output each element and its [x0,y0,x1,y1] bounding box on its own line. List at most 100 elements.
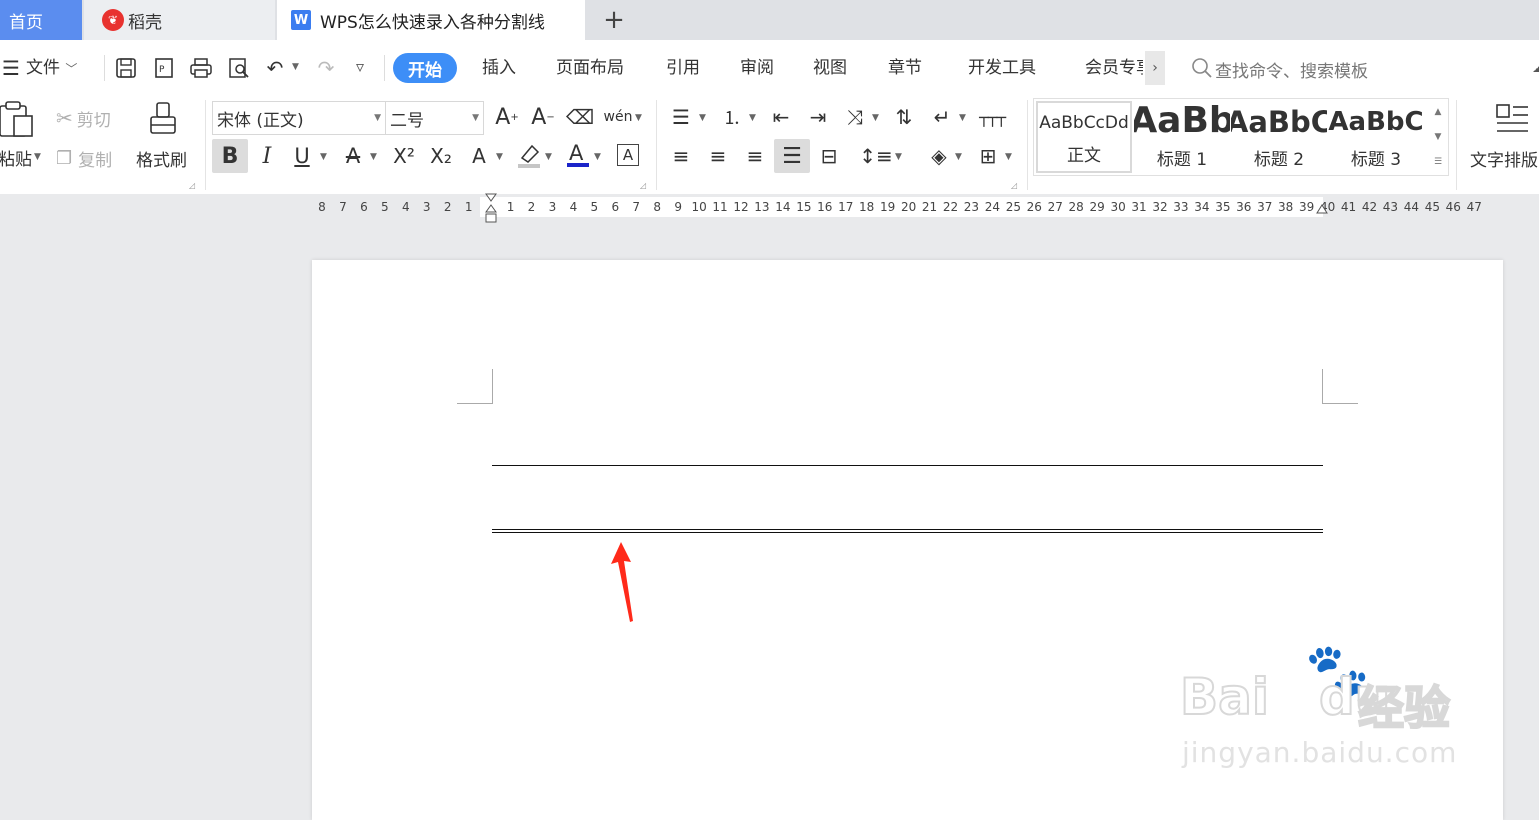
ruler-number: 35 [1215,200,1231,214]
font-color-icon[interactable]: A [566,140,590,174]
format-painter-button[interactable]: 格式刷 [136,146,187,171]
plus-icon: + [603,5,625,35]
dropdown-arrow-icon[interactable]: ▼ [545,152,552,162]
underline-button[interactable]: U [290,141,314,171]
copy-button[interactable]: ❐ 复制 [56,146,112,171]
redo-icon[interactable]: ↷ [313,55,339,81]
dropdown-arrow-icon[interactable]: ▼ [1005,152,1012,162]
justify-icon[interactable]: ☰ [774,139,810,173]
font-name-select[interactable]: 宋体 (正文) ▼ [212,101,386,135]
format-painter-icon[interactable] [147,101,179,143]
superscript-button[interactable]: X² [390,141,418,171]
indent-marker-icon[interactable] [485,193,497,225]
ruler-number: 6 [360,200,368,214]
distributed-align-icon[interactable]: ⊟ [815,141,843,171]
menu-file[interactable]: 文件 ﹀ [26,57,77,80]
tab-home[interactable]: 首页 [0,0,82,40]
dropdown-arrow-icon[interactable]: ▼ [496,152,503,162]
align-left-icon[interactable]: ≡ [668,141,694,171]
menu-page-layout[interactable]: 页面布局 [556,57,624,79]
increase-indent-icon[interactable]: ⇥ [804,104,832,130]
right-indent-marker-icon[interactable] [1316,203,1328,222]
dropdown-arrow-icon[interactable]: ▼ [959,113,966,123]
paragraph-mark-icon[interactable]: ↵ [928,104,956,130]
save-icon[interactable] [113,55,139,81]
dropdown-arrow-icon[interactable]: ▼ [635,113,642,123]
group-launcher-icon[interactable]: ◿ [189,181,195,190]
bullet-list-icon[interactable]: ☰ [668,104,694,130]
tab-docer[interactable]: ❦ 稻壳 [84,0,275,40]
tab-document[interactable]: W WPS怎么快速录入各种分割线 [277,0,585,40]
strikethrough-button[interactable]: A [340,141,366,171]
line-spacing-icon[interactable]: ↕≡ [859,141,893,171]
shading-icon[interactable]: ◈ [925,141,953,171]
ruler-number: 12 [733,200,749,214]
table-of-contents-icon[interactable]: ┬┬┬ [978,104,1006,130]
align-center-icon[interactable]: ≡ [705,141,731,171]
subscript-button[interactable]: X₂ [427,141,455,171]
group-launcher-icon[interactable]: ◿ [1011,181,1017,190]
menu-member[interactable]: 会员专享 [1085,57,1143,79]
search-input[interactable]: 查找命令、搜索模板 [1215,57,1368,82]
undo-dropdown-icon[interactable]: ▼ [292,62,299,72]
watermark-brand-bai: Bai [1179,667,1270,727]
chinese-layout-icon[interactable]: ⤨ [841,104,869,130]
undo-icon[interactable]: ↶ [262,55,288,81]
ruler-number: 3 [422,200,431,214]
dropdown-arrow-icon: ▼ [472,113,479,123]
dropdown-arrow-icon[interactable]: ▼ [699,113,706,123]
menu-insert[interactable]: 插入 [482,57,516,79]
style-normal[interactable]: AaBbCcDd 正文 [1036,101,1132,173]
docer-logo-icon: ❦ [102,9,124,31]
paste-button[interactable]: 粘贴 ▼ [0,146,41,170]
char-border-icon[interactable]: A [617,144,639,166]
dropdown-arrow-icon[interactable]: ▼ [749,113,756,123]
numbered-list-icon[interactable]: ⒈ [718,104,746,130]
scroll-down-icon[interactable]: ▼ [1435,132,1442,142]
new-tab-button[interactable]: + [600,4,628,36]
menu-start[interactable]: 开始 [393,53,457,83]
cloud-icon[interactable]: ☁ [1532,56,1539,77]
dropdown-arrow-icon[interactable]: ▼ [370,152,377,162]
style-heading-1[interactable]: AaBb 标题 1 [1134,101,1230,173]
dropdown-arrow-icon[interactable]: ▼ [895,152,902,162]
eraser-icon[interactable]: ⌫ [566,104,594,130]
menu-references[interactable]: 引用 [666,57,700,79]
menu-chapter[interactable]: 章节 [888,57,922,79]
menu-view[interactable]: 视图 [813,57,847,79]
sort-icon[interactable]: ⇅ [890,104,918,130]
styles-scroll[interactable]: ▲ ▼ ☰ [1428,100,1448,174]
dropdown-arrow-icon[interactable]: ▼ [594,152,601,162]
export-pdf-icon[interactable]: P [151,55,177,81]
dropdown-arrow-icon[interactable]: ▼ [872,113,879,123]
hamburger-icon[interactable]: ☰ [0,55,24,81]
cut-button[interactable]: ✂ 剪切 [56,106,111,131]
style-heading-2[interactable]: AaBbC 标题 2 [1231,101,1327,173]
menu-review[interactable]: 审阅 [740,57,774,79]
menu-developer[interactable]: 开发工具 [968,57,1036,79]
align-right-icon[interactable]: ≡ [742,141,768,171]
more-styles-icon[interactable]: ☰ [1434,157,1442,167]
font-size-select[interactable]: 二号 ▼ [385,101,484,135]
scroll-up-icon[interactable]: ▲ [1435,107,1442,117]
italic-button[interactable]: I [256,141,278,171]
phonetic-guide-icon[interactable]: wén [603,104,633,130]
highlight-icon[interactable] [516,142,542,174]
grow-font-icon[interactable]: A + [494,104,520,130]
text-effect-icon[interactable]: A [466,141,492,171]
bold-button[interactable]: B [212,139,248,173]
shrink-font-icon[interactable]: A − [530,104,556,130]
print-preview-icon[interactable] [226,55,252,81]
customize-toolbar-icon[interactable]: ▿ [356,57,364,76]
style-heading-3[interactable]: AaBbC 标题 3 [1328,101,1424,173]
print-icon[interactable] [188,55,214,81]
group-launcher-icon[interactable]: ◿ [640,181,646,190]
decrease-indent-icon[interactable]: ⇤ [767,104,795,130]
chevron-right-icon[interactable]: › [1145,51,1165,85]
dropdown-arrow-icon[interactable]: ▼ [955,152,962,162]
text-layout-button[interactable]: 文字排版 [1470,146,1538,171]
text-layout-icon[interactable] [1494,101,1530,141]
borders-icon[interactable]: ⊞ [974,141,1002,171]
paste-icon[interactable] [0,100,36,144]
dropdown-arrow-icon[interactable]: ▼ [320,152,327,162]
